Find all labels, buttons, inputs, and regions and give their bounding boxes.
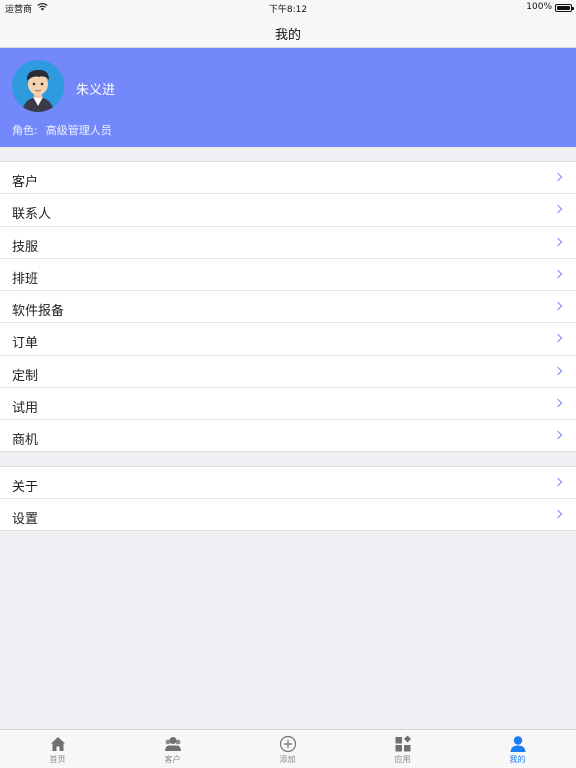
person-icon (510, 736, 525, 752)
chevron-right-icon (553, 269, 563, 279)
chevron-right-icon (553, 477, 563, 487)
tab-apps[interactable]: 应用 (345, 730, 460, 768)
menu-item-label: 软件报备 (12, 304, 65, 320)
chevron-right-icon (553, 510, 563, 519)
chevron-right-icon (553, 398, 563, 408)
avatar-illustration-icon (12, 60, 64, 112)
menu-item-orders[interactable]: 订单 (0, 323, 576, 356)
tab-me[interactable]: 我的 (460, 730, 575, 768)
menu-item-label: 关于 (12, 480, 39, 495)
menu-item-label: 客户 (12, 175, 39, 190)
clock: 下午8:12 (268, 5, 308, 15)
menu-item-contacts[interactable]: 联系人 (0, 194, 576, 227)
menu-item-label: 商机 (12, 433, 39, 449)
menu-item-software-report[interactable]: 软件报备 (0, 291, 576, 324)
menu-item-about[interactable]: 关于 (0, 467, 576, 500)
status-bar: 运营商 下午8:12 100% (0, 0, 576, 16)
apps-icon (395, 735, 411, 752)
menu-group-system: 关于 设置 (0, 466, 576, 531)
menu-group-business: 客户 联系人 技服 排班 软件报备 订单 定制 试用 商机 (0, 161, 576, 452)
menu-item-customization[interactable]: 定制 (0, 356, 576, 389)
chevron-right-icon (553, 172, 563, 182)
menu-item-label: 定制 (12, 368, 39, 384)
menu-item-label: 排班 (12, 271, 39, 287)
menu-item-label: 试用 (12, 401, 39, 417)
role-label: 角色: (12, 124, 38, 137)
menu-item-tech-service[interactable]: 技服 (0, 227, 576, 259)
tab-label: 我的 (509, 755, 526, 764)
menu-item-label: 订单 (12, 336, 39, 352)
page-title: 我的 (274, 28, 301, 43)
user-name: 朱义进 (76, 83, 116, 98)
menu-item-settings[interactable]: 设置 (0, 499, 576, 531)
customers-icon (164, 737, 181, 751)
menu-item-label: 设置 (12, 512, 39, 528)
tab-label: 客户 (164, 755, 181, 764)
chevron-right-icon (553, 301, 563, 311)
tab-add[interactable]: 添加 (230, 730, 345, 768)
navigation-bar: 我的 (0, 16, 576, 48)
menu-item-opportunities[interactable]: 商机 (0, 420, 576, 452)
chevron-right-icon (553, 205, 563, 214)
tab-customers[interactable]: 客户 (115, 730, 230, 768)
chevron-right-icon (553, 366, 563, 376)
battery-percent: 100% (526, 2, 552, 12)
tab-home[interactable]: 首页 (0, 730, 115, 768)
avatar[interactable] (12, 60, 64, 112)
menu-item-label: 技服 (12, 239, 39, 255)
battery-icon (555, 4, 574, 12)
home-icon (50, 737, 65, 751)
tab-label: 应用 (394, 755, 411, 764)
profile-header[interactable]: 朱义进 角色: 高级管理人员 (0, 48, 576, 147)
tab-label: 添加 (279, 755, 296, 764)
menu-item-customers[interactable]: 客户 (0, 162, 576, 195)
menu-item-schedule[interactable]: 排班 (0, 259, 576, 292)
tab-bar: 首页 客户 添加 应用 我的 (0, 729, 576, 768)
menu-item-label: 联系人 (12, 207, 52, 223)
role-value: 高级管理人员 (45, 124, 112, 137)
chevron-right-icon (553, 334, 563, 343)
tab-label: 首页 (49, 755, 66, 764)
user-role: 角色: 高级管理人员 (12, 122, 112, 138)
chevron-right-icon (553, 237, 563, 246)
menu-item-trial[interactable]: 试用 (0, 388, 576, 421)
chevron-right-icon (553, 431, 563, 440)
add-circle-icon (279, 735, 296, 753)
